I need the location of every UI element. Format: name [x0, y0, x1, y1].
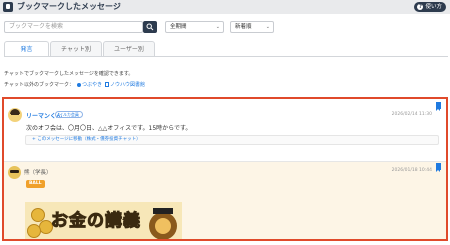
page-title: ブックマークしたメッセージ — [17, 2, 121, 11]
chevron-down-icon: ⌄ — [215, 24, 220, 30]
lecture-banner-image[interactable]: お金の講義 — [25, 202, 182, 239]
message-item: リーマンくん イルカ会員 2026/02/14 11:30 次のオフ会は、〇月〇… — [4, 99, 446, 161]
app-header: ブックマークしたメッセージ ? 使い方 — [0, 0, 450, 14]
other-bookmarks-label: チャット以外のブックマーク： — [4, 82, 74, 88]
search-icon — [146, 23, 154, 31]
tab-bar: 発言 チャット別 ユーザー別 — [4, 41, 156, 57]
note-icon — [104, 82, 109, 87]
question-icon: ? — [417, 4, 424, 10]
lion-mascot-icon — [149, 206, 179, 239]
banner-title: お金の講義 — [51, 211, 141, 232]
period-select[interactable]: 全期間 ⌄ — [165, 21, 224, 33]
search-input[interactable]: ブックマークを検索 — [4, 21, 143, 33]
link-knowhow[interactable]: ノウハウ図書館 — [104, 81, 145, 88]
jump-to-message-link[interactable]: + このメッセージに移動（株式・債券投資チャット） — [25, 135, 439, 145]
coin-icon — [27, 224, 41, 238]
sort-select-value: 新着順 — [235, 24, 252, 30]
search-button[interactable] — [143, 21, 157, 33]
member-badge: イルカ会員 — [55, 111, 83, 118]
message-item: 熊（学長） 2026/01/18 10:44 BALL お金の講義 — [4, 161, 446, 239]
help-label: 使い方 — [425, 4, 442, 10]
author-name[interactable]: 熊（学長） — [24, 168, 52, 176]
link-knowhow-label: ノウハウ図書館 — [109, 82, 145, 88]
message-list: リーマンくん イルカ会員 2026/02/14 11:30 次のオフ会は、〇月〇… — [2, 97, 448, 241]
avatar[interactable] — [8, 166, 21, 179]
bookmark-icon[interactable] — [436, 163, 441, 172]
period-select-value: 全期間 — [170, 24, 187, 30]
timestamp: 2026/01/18 10:44 — [391, 168, 432, 173]
speech-icon — [76, 82, 81, 87]
link-tsubuyaki[interactable]: つぶやき — [76, 81, 102, 88]
description-text: チャットでブックマークしたメッセージを確認できます。 — [4, 71, 134, 77]
help-button[interactable]: ? 使い方 — [414, 2, 446, 12]
chevron-down-icon: ⌄ — [265, 24, 270, 30]
bookmark-app-icon — [3, 2, 13, 12]
tab-by-chat[interactable]: チャット別 — [50, 41, 102, 57]
avatar[interactable] — [8, 108, 22, 122]
tab-divider — [4, 56, 448, 57]
sort-select[interactable]: 新着順 ⌄ — [230, 21, 274, 33]
timestamp: 2026/02/14 11:30 — [391, 112, 432, 117]
link-tsubuyaki-label: つぶやき — [81, 82, 102, 88]
tab-messages[interactable]: 発言 — [4, 41, 49, 57]
other-bookmarks: チャット以外のブックマーク： つぶやき ノウハウ図書館 — [4, 81, 145, 88]
bookmark-icon[interactable] — [436, 102, 441, 111]
status-badge: BALL — [26, 180, 45, 188]
message-text: 次のオフ会は、〇月〇日、△△オフィスです。15時からです。 — [26, 125, 192, 132]
tab-by-user[interactable]: ユーザー別 — [103, 41, 155, 57]
